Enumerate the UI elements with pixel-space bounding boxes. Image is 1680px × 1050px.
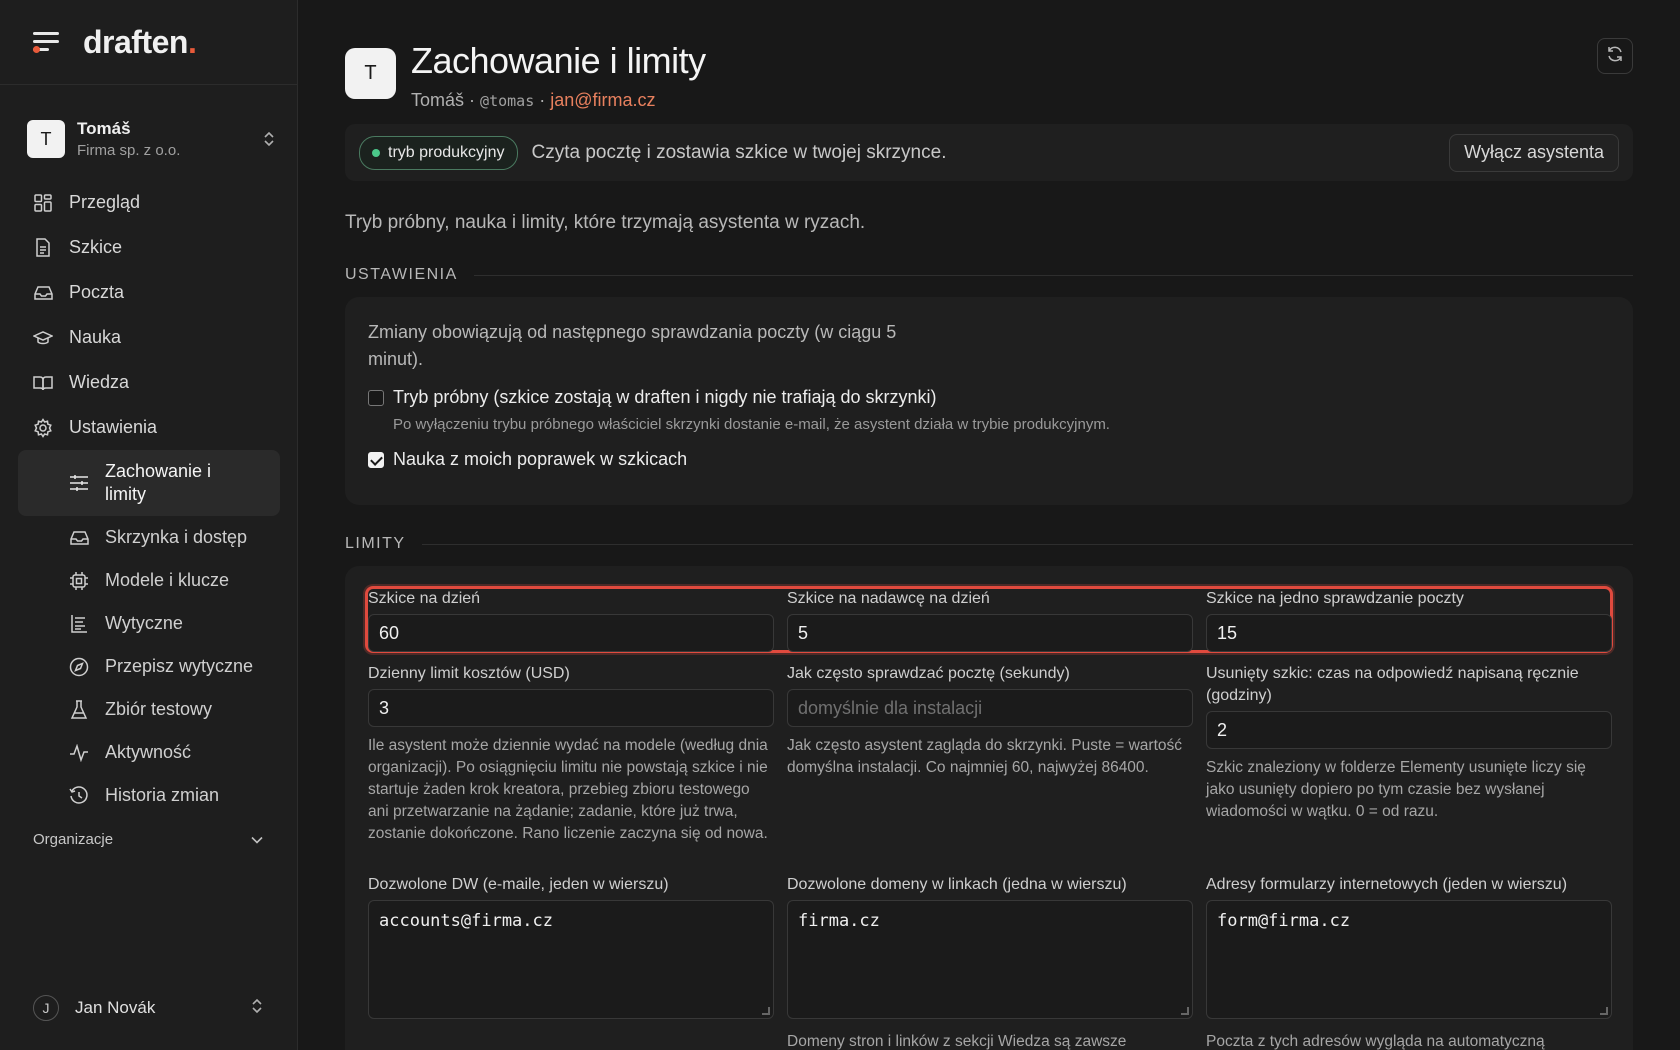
learning-checkbox[interactable] bbox=[368, 452, 384, 468]
inbox-icon bbox=[68, 527, 90, 549]
sidebar: draften. T Tomáš Firma sp. z o.o. Przegl… bbox=[0, 0, 298, 1050]
nav-item-ustawienia[interactable]: Ustawienia bbox=[18, 405, 280, 450]
inbox-icon bbox=[32, 282, 54, 304]
section-heading-limits: LIMITY bbox=[345, 535, 1633, 553]
gear-icon bbox=[32, 417, 54, 439]
form-addresses-help: Poczta z tych adresów wygląda na automat… bbox=[1206, 1033, 1545, 1050]
drafts-per-check-input[interactable]: 15 bbox=[1206, 614, 1612, 652]
flask-icon bbox=[68, 699, 90, 721]
status-badge: tryb produkcyjny bbox=[359, 135, 518, 170]
account-switcher[interactable]: T Tomáš Firma sp. z o.o. bbox=[27, 116, 277, 162]
nav-item-nauka[interactable]: Nauka bbox=[18, 315, 280, 360]
field-allowed-domains: Dozwolone domeny w linkach (jedna w wier… bbox=[787, 874, 1193, 1050]
status-banner: tryb produkcyjny Czyta pocztę i zostawia… bbox=[345, 124, 1633, 181]
nav-item-przeglad[interactable]: Przegląd bbox=[18, 180, 280, 225]
drafts-per-sender-input[interactable]: 5 bbox=[787, 614, 1193, 652]
learning-label: Nauka z moich poprawek w szkicach bbox=[393, 449, 688, 469]
nav-item-wiedza[interactable]: Wiedza bbox=[18, 360, 280, 405]
mailbox-avatar: T bbox=[345, 48, 396, 99]
check-interval-help: Jak często asystent zagląda do skrzynki.… bbox=[787, 737, 1183, 776]
guidelines-icon bbox=[68, 613, 90, 635]
check-interval-input[interactable]: domyślnie dla instalacji bbox=[787, 689, 1193, 727]
organizations-toggle[interactable]: Organizacje bbox=[33, 831, 263, 848]
subnav-item-wytyczne[interactable]: Wytyczne bbox=[18, 602, 280, 645]
field-check-interval: Jak często sprawdzać pocztę (sekundy) do… bbox=[787, 663, 1193, 779]
allowed-domains-textarea[interactable]: firma.cz bbox=[787, 900, 1193, 1019]
subnav-item-skrzynka[interactable]: Skrzynka i dostęp bbox=[18, 516, 280, 559]
logo[interactable]: draften. bbox=[83, 24, 197, 61]
account-name: Tomáš bbox=[77, 119, 131, 138]
account-org: Firma sp. z o.o. bbox=[77, 142, 181, 159]
subnav-item-przepisz[interactable]: Przepisz wytyczne bbox=[18, 645, 280, 688]
resize-handle-icon[interactable] bbox=[1600, 1007, 1608, 1015]
allowed-domains-help: Domeny stron i linków z sekcji Wiedza są… bbox=[787, 1033, 1127, 1050]
user-menu[interactable]: J Jan Novák bbox=[33, 995, 263, 1021]
chip-icon bbox=[68, 570, 90, 592]
field-allowed-cc: Dozwolone DW (e-maile, jeden w wierszu) … bbox=[368, 874, 774, 1019]
trial-mode-label: Tryb próbny (szkice zostają w draften i … bbox=[393, 387, 937, 407]
resize-handle-icon[interactable] bbox=[1181, 1007, 1189, 1015]
mailbox-identity: Tomáš · @tomas · jan@firma.cz bbox=[411, 90, 656, 110]
email-link[interactable]: jan@firma.cz bbox=[550, 90, 655, 110]
main-content: T Zachowanie i limity Tomáš · @tomas · j… bbox=[345, 0, 1635, 1050]
drafts-per-day-input[interactable]: 60 bbox=[368, 614, 774, 652]
trial-mode-row[interactable]: Tryb próbny (szkice zostają w draften i … bbox=[368, 387, 1610, 433]
field-cost-limit: Dzienny limit kosztów (USD) 3 Ile asyste… bbox=[368, 663, 774, 845]
grid-icon bbox=[32, 192, 54, 214]
account-avatar: T bbox=[27, 120, 65, 158]
trial-mode-help: Po wyłączeniu trybu próbnego właściciel … bbox=[393, 416, 1110, 433]
field-drafts-per-sender: Szkice na nadawcę na dzień 5 bbox=[787, 588, 1193, 652]
deleted-draft-hours-help: Szkic znaleziony w folderze Elementy usu… bbox=[1206, 759, 1586, 820]
chevron-down-icon bbox=[251, 831, 263, 848]
field-drafts-per-check: Szkice na jedno sprawdzanie poczty 15 bbox=[1206, 588, 1612, 652]
section-heading-settings: USTAWIENIA bbox=[345, 266, 1633, 284]
deleted-draft-hours-input[interactable]: 2 bbox=[1206, 711, 1612, 749]
page-description: Tryb próbny, nauka i limity, które trzym… bbox=[345, 212, 866, 233]
settings-note: Zmiany obowiązują od następnego sprawdza… bbox=[368, 322, 897, 369]
field-drafts-per-day: Szkice na dzień 60 bbox=[368, 588, 774, 652]
limits-card: Szkice na dzień 60 Szkice na nadawcę na … bbox=[345, 566, 1633, 1050]
brand-bar: draften. bbox=[0, 0, 297, 85]
book-icon bbox=[32, 372, 54, 394]
subnav-item-modele[interactable]: Modele i klucze bbox=[18, 559, 280, 602]
nav-item-szkice[interactable]: Szkice bbox=[18, 225, 280, 270]
learning-row[interactable]: Nauka z moich poprawek w szkicach bbox=[368, 449, 1610, 470]
subnav-item-zachowanie[interactable]: Zachowanie i limity bbox=[18, 450, 280, 516]
subnav-item-historia[interactable]: Historia zmian bbox=[18, 774, 280, 817]
user-name: Jan Novák bbox=[75, 998, 156, 1017]
user-avatar: J bbox=[33, 995, 59, 1021]
compass-icon bbox=[68, 656, 90, 678]
cost-limit-help: Ile asystent może dziennie wydać na mode… bbox=[368, 737, 768, 842]
trial-mode-checkbox[interactable] bbox=[368, 390, 384, 406]
main-nav: Przegląd Szkice Poczta Nauka Wiedza Usta… bbox=[18, 180, 280, 817]
refresh-button[interactable] bbox=[1597, 38, 1633, 74]
disable-assistant-button[interactable]: Wyłącz asystenta bbox=[1449, 133, 1619, 172]
field-deleted-draft-hours: Usunięty szkic: czas na odpowiedź napisa… bbox=[1206, 663, 1612, 823]
menu-icon[interactable] bbox=[33, 32, 59, 53]
field-form-addresses: Adresy formularzy internetowych (jeden w… bbox=[1206, 874, 1612, 1050]
page-title: Zachowanie i limity bbox=[411, 40, 706, 81]
history-icon bbox=[68, 785, 90, 807]
nav-item-poczta[interactable]: Poczta bbox=[18, 270, 280, 315]
status-dot-icon bbox=[372, 148, 380, 157]
document-icon bbox=[32, 237, 54, 259]
status-text: Czyta pocztę i zostawia szkice w twojej … bbox=[531, 141, 947, 163]
refresh-icon bbox=[1606, 45, 1624, 68]
page-header: T Zachowanie i limity Tomáš · @tomas · j… bbox=[345, 40, 706, 111]
settings-card: Zmiany obowiązują od następnego sprawdza… bbox=[345, 297, 1633, 505]
graduation-cap-icon bbox=[32, 327, 54, 349]
cost-limit-input[interactable]: 3 bbox=[368, 689, 774, 727]
activity-icon bbox=[68, 742, 90, 764]
settings-subnav: Zachowanie i limity Skrzynka i dostęp Mo… bbox=[18, 450, 280, 817]
allowed-cc-textarea[interactable]: accounts@firma.cz bbox=[368, 900, 774, 1019]
form-addresses-textarea[interactable]: form@firma.cz bbox=[1206, 900, 1612, 1019]
subnav-item-aktywnosc[interactable]: Aktywność bbox=[18, 731, 280, 774]
resize-handle-icon[interactable] bbox=[762, 1007, 770, 1015]
subnav-item-zbior[interactable]: Zbiór testowy bbox=[18, 688, 280, 731]
chevron-updown-icon bbox=[261, 128, 277, 150]
sliders-icon bbox=[68, 472, 90, 494]
chevron-updown-icon bbox=[251, 997, 263, 1020]
